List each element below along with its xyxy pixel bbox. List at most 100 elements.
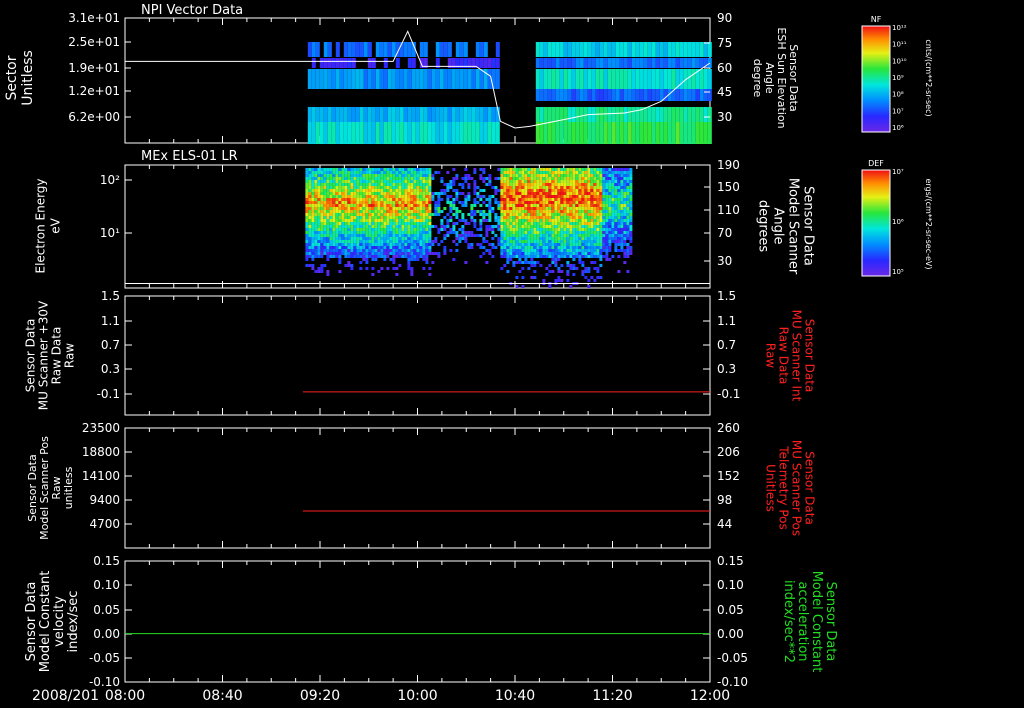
spectrogram-cell [539, 122, 544, 144]
spectrogram-cell [563, 69, 568, 89]
spectrogram-cell [305, 228, 309, 231]
spectrogram-cell [425, 210, 429, 213]
colorbar-cell [862, 173, 890, 174]
spectrogram-cell [347, 168, 351, 171]
spectrogram-cell [329, 231, 333, 234]
spectrogram-cell [593, 189, 597, 192]
spectrogram-cell [539, 264, 543, 267]
spectrogram-cell [398, 204, 402, 207]
spectrogram-cell [515, 192, 519, 195]
spectrogram-cell [599, 204, 603, 207]
spectrogram-cell [320, 177, 324, 180]
spectrogram-cell [512, 222, 516, 225]
spectrogram-cell [467, 231, 471, 234]
spectrogram-cell [545, 234, 549, 237]
spectrogram-cell [518, 213, 522, 216]
spectrogram-cell [449, 186, 453, 189]
spectrogram-cell [331, 122, 336, 144]
spectrogram-cell [440, 192, 444, 195]
spectrogram-cell [509, 222, 513, 225]
spectrogram-cell [545, 228, 549, 231]
spectrogram-cell [326, 246, 330, 249]
spectrogram-cell [515, 210, 519, 213]
spectrogram-cell [691, 69, 696, 89]
spectrogram-cell [602, 171, 606, 174]
spectrogram-cell [530, 216, 534, 219]
colorbar-cell [862, 96, 890, 97]
colorbar-cell [862, 194, 890, 195]
spectrogram-cell [431, 225, 435, 228]
spectrogram-cell [515, 246, 519, 249]
spectrogram-cell [651, 107, 656, 122]
spectrogram-cell [602, 237, 606, 240]
spectrogram-cell [395, 273, 399, 276]
spectrogram-cell [521, 276, 525, 279]
spectrogram-cell [635, 58, 640, 68]
spectrogram-cell [602, 189, 606, 192]
spectrogram-cell [623, 180, 627, 183]
spectrogram-cell [515, 231, 519, 234]
spectrogram-cell [443, 228, 447, 231]
spectrogram-cell [419, 216, 423, 219]
spectrogram-cell [341, 192, 345, 195]
spectrogram-cell [560, 270, 564, 273]
spectrogram-cell [410, 228, 414, 231]
spectrogram-cell [500, 180, 504, 183]
spectrogram-cell [547, 89, 552, 101]
spectrogram-cell [413, 186, 417, 189]
spectrogram-cell [521, 174, 525, 177]
spectrogram-cell [374, 210, 378, 213]
colorbar-cell [862, 69, 890, 70]
y2-axis-label-line: Model Scanner [786, 178, 801, 275]
colorbar-cell [862, 40, 890, 41]
y-tick-label: 14100 [82, 469, 120, 483]
y2-tick-label: 152 [717, 469, 740, 483]
spectrogram-cell [335, 216, 339, 219]
spectrogram-cell [359, 213, 363, 216]
spectrogram-cell [631, 122, 636, 144]
spectrogram-cell [339, 107, 344, 122]
spectrogram-cell [639, 122, 644, 144]
spectrogram-cell [461, 234, 465, 237]
spectrogram-cell [623, 231, 627, 234]
spectrogram-cell [530, 258, 534, 261]
spectrogram-cell [560, 168, 564, 171]
spectrogram-cell [548, 222, 552, 225]
spectrogram-cell [551, 270, 555, 273]
spectrogram-cell [524, 237, 528, 240]
spectrogram-cell [527, 189, 531, 192]
spectrogram-cell [365, 198, 369, 201]
colorbar-cell [862, 87, 890, 88]
spectrogram-cell [554, 198, 558, 201]
spectrogram-cell [611, 89, 616, 101]
spectrogram-cell [509, 231, 513, 234]
y-axis-label: Sector Unitless [4, 50, 36, 106]
spectrogram-cell [479, 195, 483, 198]
spectrogram-cell [603, 107, 608, 122]
spectrogram-cell [371, 258, 375, 261]
spectrogram-cell [339, 69, 344, 89]
spectrogram-cell [518, 243, 522, 246]
spectrogram-cell [407, 261, 411, 264]
spectrogram-cell [626, 183, 630, 186]
spectrogram-cell [353, 207, 357, 210]
spectrogram-cell [619, 89, 624, 101]
y2-axis-label-line: MU Scanner Pos [790, 440, 804, 536]
spectrogram-cell [437, 195, 441, 198]
spectrogram-cell [629, 246, 633, 249]
spectrogram-cell [675, 42, 680, 57]
spectrogram-cell [488, 216, 492, 219]
spectrogram-cell [392, 207, 396, 210]
spectrogram-cell [435, 42, 440, 57]
spectrogram-cell [557, 237, 561, 240]
spectrogram-cell [615, 107, 620, 122]
spectrogram-cell [571, 107, 576, 122]
spectrogram-cell [416, 222, 420, 225]
spectrogram-cell [395, 228, 399, 231]
spectrogram-cell [392, 180, 396, 183]
spectrogram-cell [536, 210, 540, 213]
spectrogram-cell [473, 204, 477, 207]
spectrogram-cell [314, 213, 318, 216]
colorbar-tick-label: 10⁹ [892, 74, 904, 82]
spectrogram-cell [461, 237, 465, 240]
